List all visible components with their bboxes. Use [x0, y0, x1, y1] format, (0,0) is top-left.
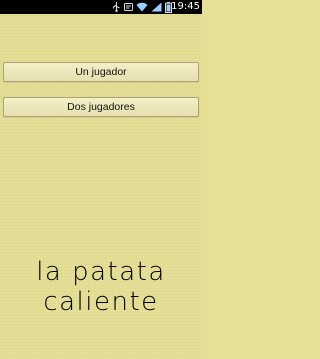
- status-time: 19:45: [171, 1, 200, 12]
- logo-line-2: caliente: [43, 287, 159, 317]
- logo-line-1: la patata: [36, 257, 166, 287]
- one-player-button[interactable]: Un jugador: [3, 62, 199, 82]
- main-screen: Un jugador Dos jugadores la patata calie…: [0, 14, 202, 359]
- status-icons: [112, 1, 172, 13]
- two-players-button[interactable]: Dos jugadores: [3, 97, 199, 117]
- wifi-icon: [136, 2, 148, 12]
- status-bar: 19:45: [0, 0, 202, 14]
- signal-icon: [151, 2, 162, 12]
- usb-icon: [112, 2, 121, 12]
- game-logo: la patata caliente: [0, 257, 202, 317]
- notification-icon: [124, 2, 133, 12]
